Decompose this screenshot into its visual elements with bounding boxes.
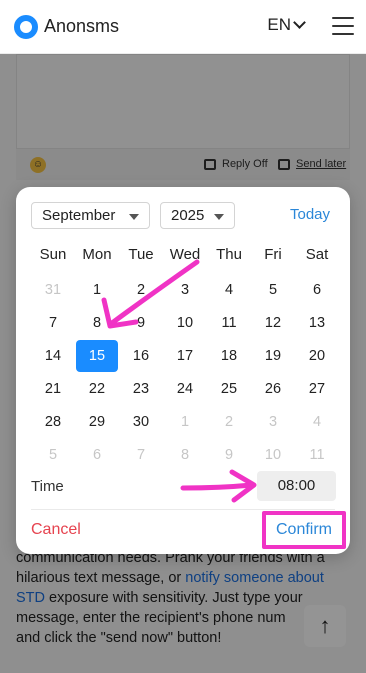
calendar-day[interactable]: 20 [295, 340, 339, 372]
caret-down-icon [214, 214, 224, 220]
calendar-day[interactable]: 29 [75, 406, 119, 438]
calendar-day[interactable]: 25 [207, 373, 251, 405]
year-select[interactable]: 2025 [160, 202, 235, 229]
language-selector[interactable]: EN [267, 15, 306, 35]
calendar-day[interactable]: 9 [119, 307, 163, 339]
month-select[interactable]: September [31, 202, 150, 229]
calendar-day[interactable]: 31 [31, 274, 75, 306]
calendar-day[interactable]: 7 [31, 307, 75, 339]
calendar-day[interactable]: 4 [207, 274, 251, 306]
weekday-header: Tue [128, 246, 154, 263]
calendar-day[interactable]: 1 [163, 406, 207, 438]
calendar-day[interactable]: 13 [295, 307, 339, 339]
year-value: 2025 [171, 207, 205, 224]
calendar-day[interactable]: 5 [251, 274, 295, 306]
calendar-day[interactable]: 8 [75, 307, 119, 339]
calendar-day-selected[interactable]: 15 [76, 340, 118, 372]
calendar-day[interactable]: 18 [207, 340, 251, 372]
calendar-day[interactable]: 24 [163, 373, 207, 405]
calendar-day[interactable]: 19 [251, 340, 295, 372]
calendar-day[interactable]: 4 [295, 406, 339, 438]
chevron-down-icon [293, 16, 306, 29]
caret-down-icon [129, 214, 139, 220]
calendar-day[interactable]: 26 [251, 373, 295, 405]
calendar-day[interactable]: 3 [163, 274, 207, 306]
weekday-header: Mon [82, 246, 112, 263]
weekday-header: Sat [305, 246, 329, 263]
calendar-day[interactable]: 10 [163, 307, 207, 339]
calendar-day[interactable]: 14 [31, 340, 75, 372]
top-bar: Anonsms EN [0, 0, 366, 54]
calendar-day[interactable]: 8 [163, 439, 207, 471]
calendar-day[interactable]: 7 [119, 439, 163, 471]
weekday-header: Sun [39, 246, 67, 263]
calendar-day[interactable]: 6 [75, 439, 119, 471]
calendar-day[interactable]: 21 [31, 373, 75, 405]
calendar-day[interactable]: 9 [207, 439, 251, 471]
logo-icon [14, 14, 38, 39]
calendar-day[interactable]: 17 [163, 340, 207, 372]
calendar-day[interactable]: 5 [31, 439, 75, 471]
confirm-button[interactable]: Confirm [262, 511, 346, 549]
calendar-day[interactable]: 2 [119, 274, 163, 306]
calendar-day[interactable]: 23 [119, 373, 163, 405]
cancel-button[interactable]: Cancel [31, 521, 81, 539]
calendar-day[interactable]: 6 [295, 274, 339, 306]
calendar-day[interactable]: 22 [75, 373, 119, 405]
weekday-header: Wed [169, 246, 201, 263]
weekday-header: Thu [216, 246, 242, 263]
weekday-header: Fri [264, 246, 282, 263]
calendar-day[interactable]: 16 [119, 340, 163, 372]
time-label: Time [31, 478, 64, 495]
language-label: EN [267, 15, 291, 34]
calendar-day[interactable]: 11 [295, 439, 339, 471]
calendar-day[interactable]: 1 [75, 274, 119, 306]
calendar-day[interactable]: 12 [251, 307, 295, 339]
date-time-picker-dialog: September 2025 Today Sun Mon Tue Wed Thu Fri S… [16, 187, 350, 554]
month-value: September [42, 207, 116, 224]
hamburger-menu-icon[interactable] [332, 17, 354, 35]
calendar-day[interactable]: 27 [295, 373, 339, 405]
today-button[interactable]: Today [290, 206, 330, 223]
calendar-day[interactable]: 30 [119, 406, 163, 438]
calendar-day[interactable]: 11 [207, 307, 251, 339]
calendar-day[interactable]: 2 [207, 406, 251, 438]
calendar-day[interactable]: 28 [31, 406, 75, 438]
divider [31, 509, 335, 510]
time-input[interactable]: 08:00 [257, 471, 336, 501]
brand-name: Anonsms [44, 16, 120, 36]
calendar-day[interactable]: 3 [251, 406, 295, 438]
calendar-day[interactable]: 10 [251, 439, 295, 471]
